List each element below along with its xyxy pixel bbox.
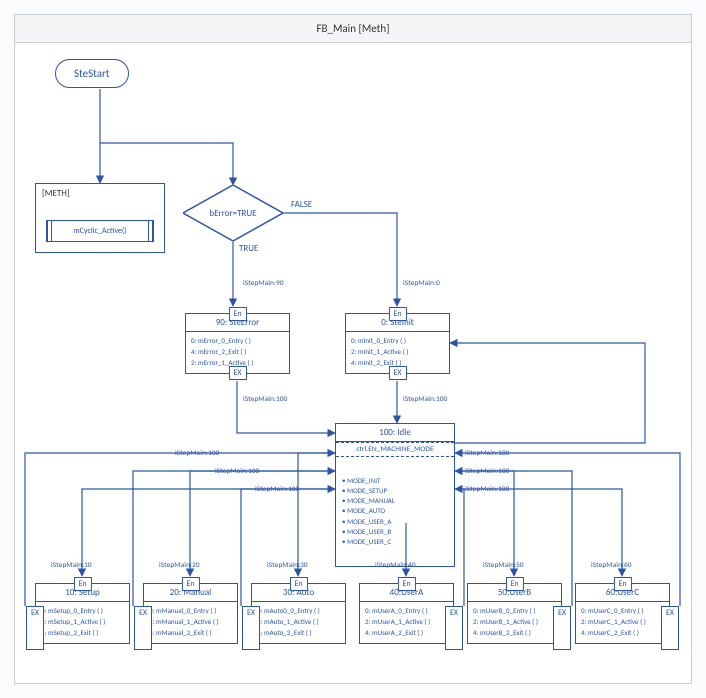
state-auto-body: 0: mAuto0_0_Entry ( ) 2: mAuto_1_Active … [252, 602, 345, 643]
entry-tag: En [289, 577, 307, 591]
list-item: 4: mUserB_2_Exit ( ) [473, 628, 556, 639]
diagram-frame: FB_Main [Meth] SteStart [METH] mCyclic_A… [14, 14, 692, 684]
list-item: 2: mUserC_1_Active ( ) [581, 617, 664, 628]
edge-label: iStepMain:60 [591, 561, 632, 570]
edge-label: iStepMain:100 [403, 395, 447, 404]
list-item: 0: mManual_0_Entry ( ) [149, 606, 232, 617]
method-call: mCyclic_Active() [46, 220, 154, 242]
method-tag: [METH] [36, 184, 164, 203]
exit-tag: EX [388, 366, 406, 380]
exit-tag: EX [661, 606, 679, 650]
state-usera: En 40:UserA 0: mUserA_0_Entry ( ) 2: mUs… [359, 583, 454, 644]
method-container: [METH] mCyclic_Active() [35, 183, 165, 253]
list-item: 0: mUserA_0_Entry ( ) [365, 606, 448, 617]
edge-label: iStepMain:100 [465, 467, 509, 476]
list-item: 2: mUserA_1_Active ( ) [365, 617, 448, 628]
list-item: MODE_MANUAL [342, 496, 448, 506]
exit-tag: EX [228, 366, 246, 380]
exit-tag: EX [134, 606, 152, 650]
list-item: 0: mError_0_Entry ( ) [191, 336, 284, 347]
state-idle: 100: Idle ctrl.EN_MACHINE_MODE MODE_INIT… [335, 423, 455, 567]
state-userc-body: 0: mUserC_0_Entry ( ) 2: mUserC_1_Active… [576, 602, 669, 643]
edge-label: iStepMain:20 [159, 561, 200, 570]
list-item: 0: mSetup_0_Entry ( ) [41, 606, 124, 617]
list-item: MODE_USER_C [342, 537, 448, 547]
state-init: En 0: SteInit 0: mInit_0_Entry ( ) 2: mI… [345, 313, 450, 374]
list-item: MODE_USER_B [342, 527, 448, 537]
list-item: 4: mManual_2_Exit ( ) [149, 628, 232, 639]
exit-tag: EX [553, 606, 571, 650]
edge-label: iStepMain:30 [267, 561, 308, 570]
state-idle-subtitle: ctrl.EN_MACHINE_MODE [336, 442, 454, 457]
decision-false-label: FALSE [291, 199, 312, 210]
list-item: 2: mAuto_1_Active ( ) [257, 617, 340, 628]
entry-tag: En [397, 577, 415, 591]
edge-label: iStepMain:0 [403, 279, 440, 288]
state-error: En 90: SteError 0: mError_0_Entry ( ) 4:… [185, 313, 290, 374]
state-auto: En 30: Auto 0: mAuto0_0_Entry ( ) 2: mAu… [251, 583, 346, 644]
decision-node: bError=TRUE [183, 185, 283, 241]
edge-label: iStepMain:100 [175, 449, 219, 458]
list-item: MODE_INIT [342, 476, 448, 486]
state-usera-body: 0: mUserA_0_Entry ( ) 2: mUserA_1_Active… [360, 602, 453, 643]
state-userb: En 50:UserB 0: mUserB_0_Entry ( ) 2: mUs… [467, 583, 562, 644]
edge-label: iStepMain:50 [483, 561, 524, 570]
state-userc: En 60:UserC 0: mUserC_0_Entry ( ) 2: mUs… [575, 583, 670, 644]
exit-tag: EX [445, 606, 463, 650]
entry-tag: En [613, 577, 631, 591]
list-item: 2: mUserB_1_Active ( ) [473, 617, 556, 628]
entry-tag: En [388, 307, 406, 321]
edge-label: iStepMain:100 [243, 395, 287, 404]
list-item: 4: mUserC_2_Exit ( ) [581, 628, 664, 639]
state-setup: En 10: Setup 0: mSetup_0_Entry ( ) 2: mS… [35, 583, 130, 644]
edge-label: iStepMain:90 [243, 279, 284, 288]
state-manual: En 20: Manual 0: mManual_0_Entry ( ) 2: … [143, 583, 238, 644]
list-item: 2: mSetup_1_Active ( ) [41, 617, 124, 628]
method-call-label: mCyclic_Active() [73, 226, 126, 236]
state-manual-body: 0: mManual_0_Entry ( ) 2: mManual_1_Acti… [144, 602, 237, 643]
decision-true-label: TRUE [239, 243, 258, 254]
state-setup-body: 0: mSetup_0_Entry ( ) 2: mSetup_1_Active… [36, 602, 129, 643]
entry-tag: En [228, 307, 246, 321]
state-userb-body: 0: mUserB_0_Entry ( ) 2: mUserB_1_Active… [468, 602, 561, 643]
state-idle-modes: MODE_INIT MODE_SETUP MODE_MANUAL MODE_AU… [336, 473, 454, 550]
edge-label: iStepMain:100 [255, 485, 299, 494]
list-item: MODE_SETUP [342, 486, 448, 496]
list-item: MODE_USER_A [342, 517, 448, 527]
list-item: 4: mAuto_2_Exit ( ) [257, 628, 340, 639]
entry-tag: En [73, 577, 91, 591]
diagram-title: FB_Main [Meth] [15, 15, 691, 43]
state-idle-title: 100: Idle [336, 424, 454, 442]
decision-label: bError=TRUE [183, 185, 283, 241]
list-item: 2: mInit_1_Active ( ) [351, 347, 444, 358]
edge-label: iStepMain:100 [465, 449, 509, 458]
start-node: SteStart [55, 59, 129, 88]
diagram-canvas: SteStart [METH] mCyclic_Active() bError=… [15, 43, 691, 683]
edge-label: iStepMain:10 [51, 561, 92, 570]
edge-label: iStepMain:100 [215, 467, 259, 476]
title-text: FB_Main [Meth] [316, 22, 389, 35]
entry-tag: En [505, 577, 523, 591]
list-item: 2: mManual_1_Active ( ) [149, 617, 232, 628]
list-item: 0: mInit_0_Entry ( ) [351, 336, 444, 347]
start-label: SteStart [74, 67, 110, 80]
list-item: 4: mError_2_Exit ( ) [191, 347, 284, 358]
list-item: 4: mSetup_2_Exit ( ) [41, 628, 124, 639]
exit-tag: EX [26, 606, 44, 650]
list-item: 0: mUserC_0_Entry ( ) [581, 606, 664, 617]
list-item: 0: mUserB_0_Entry ( ) [473, 606, 556, 617]
edge-label: iStepMain:40 [375, 561, 416, 570]
list-item: 0: mAuto0_0_Entry ( ) [257, 606, 340, 617]
list-item: 4: mUserA_2_Exit ( ) [365, 628, 448, 639]
edge-label: iStepMain:100 [465, 485, 509, 494]
exit-tag: EX [242, 606, 260, 650]
entry-tag: En [181, 577, 199, 591]
list-item: MODE_AUTO [342, 506, 448, 516]
